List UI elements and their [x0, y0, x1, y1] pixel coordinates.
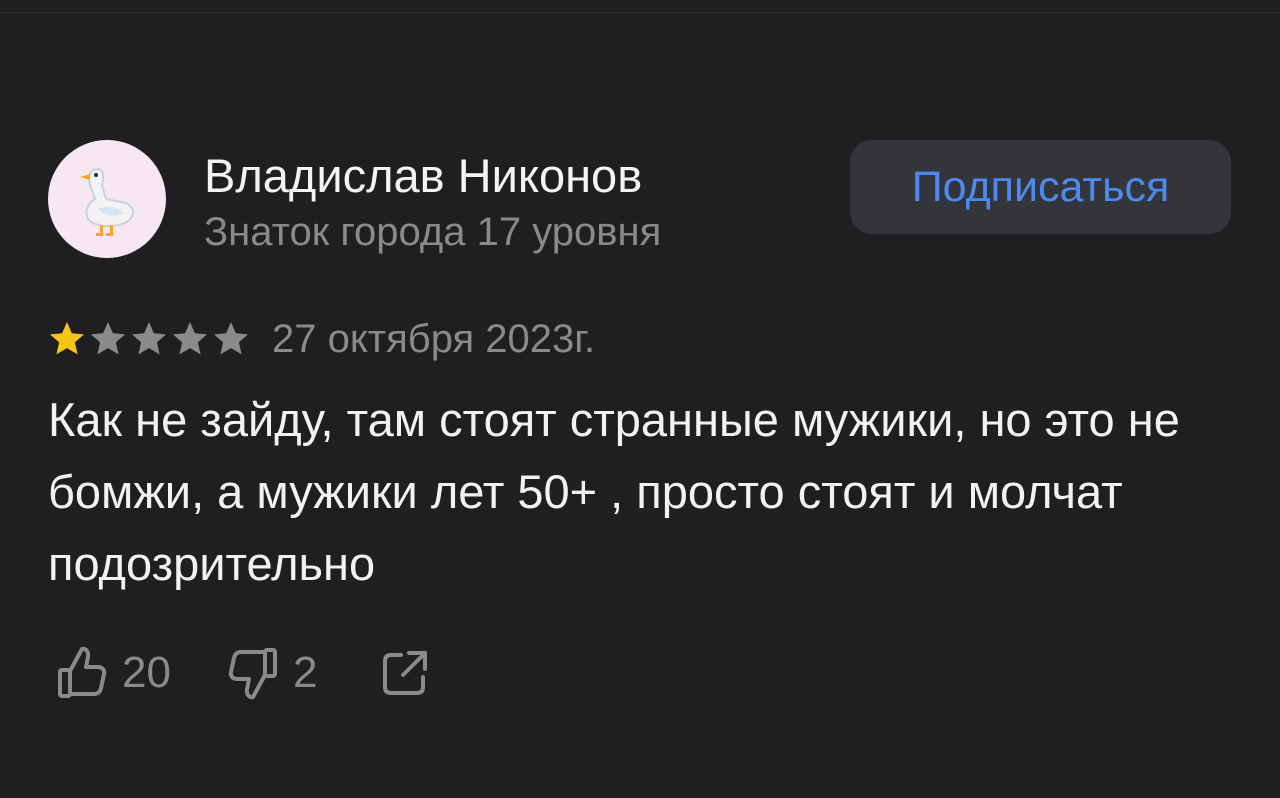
subscribe-button[interactable]: Подписаться	[850, 140, 1231, 234]
share-icon	[383, 651, 428, 695]
star-filled-icon	[50, 322, 84, 355]
star-empty-icon	[214, 322, 248, 355]
review-date: 27 октября 2023г.	[272, 316, 596, 361]
rating-row: 27 октября 2023г.	[48, 312, 595, 366]
star-empty-icon	[132, 322, 166, 355]
review-actions: 20 2	[56, 638, 431, 708]
avatar[interactable]	[48, 140, 166, 258]
author-name[interactable]: Владислав Никонов	[204, 146, 642, 206]
top-divider	[0, 12, 1280, 13]
star-empty-icon	[173, 322, 207, 355]
dislike-count: 2	[292, 648, 318, 697]
thumbs-down-icon	[228, 648, 277, 700]
like-count: 20	[122, 648, 171, 697]
rating-stars	[48, 320, 250, 358]
star-empty-icon	[91, 322, 125, 355]
like-button[interactable]: 20	[56, 644, 171, 702]
thumbs-up-icon	[58, 646, 107, 698]
review-text: Как не зайду, там стоят странные мужики,…	[48, 393, 1180, 590]
share-button[interactable]	[379, 647, 431, 699]
dislike-button[interactable]: 2	[227, 644, 317, 702]
author-level: Знаток города 17 уровня	[204, 210, 662, 254]
goose-icon	[80, 167, 134, 236]
